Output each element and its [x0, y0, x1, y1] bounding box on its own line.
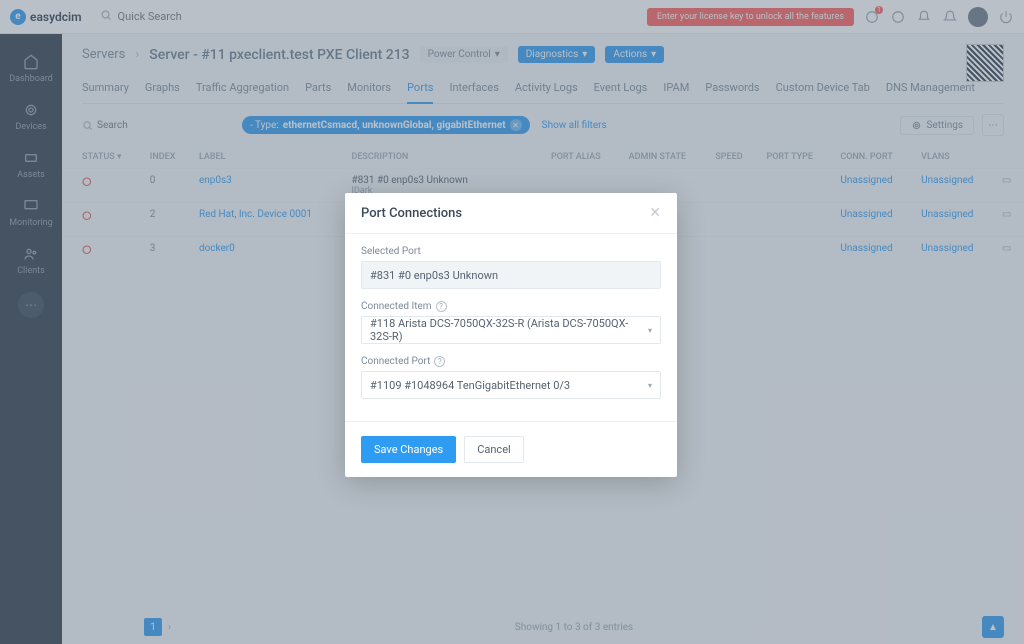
- port-connections-modal: Port Connections ✕ Selected Port Connect…: [345, 193, 677, 477]
- field-label: Selected Port: [361, 246, 661, 257]
- field-label: Connected Item ?: [361, 301, 661, 312]
- connected-port-select[interactable]: #1109 #1048964 TenGigabitEthernet 0/3 ▾: [361, 371, 661, 399]
- field-label: Connected Port ?: [361, 356, 661, 367]
- help-icon[interactable]: ?: [436, 301, 447, 312]
- modal-header: Port Connections ✕: [345, 193, 677, 234]
- connected-item-select[interactable]: #118 Arista DCS-7050QX-32S-R (Arista DCS…: [361, 316, 661, 344]
- modal-title: Port Connections: [361, 206, 462, 221]
- selected-port-input: [361, 261, 661, 289]
- help-icon[interactable]: ?: [434, 356, 445, 367]
- modal-body: Selected Port Connected Item ? #118 Aris…: [345, 234, 677, 411]
- chevron-down-icon: ▾: [648, 326, 652, 335]
- field-connected-port: Connected Port ? #1109 #1048964 TenGigab…: [361, 356, 661, 399]
- cancel-button[interactable]: Cancel: [464, 436, 523, 463]
- field-selected-port: Selected Port: [361, 246, 661, 289]
- save-button[interactable]: Save Changes: [361, 436, 456, 463]
- modal-footer: Save Changes Cancel: [345, 421, 677, 477]
- modal-close-button[interactable]: ✕: [649, 205, 661, 221]
- field-connected-item: Connected Item ? #118 Arista DCS-7050QX-…: [361, 301, 661, 344]
- chevron-down-icon: ▾: [648, 381, 652, 390]
